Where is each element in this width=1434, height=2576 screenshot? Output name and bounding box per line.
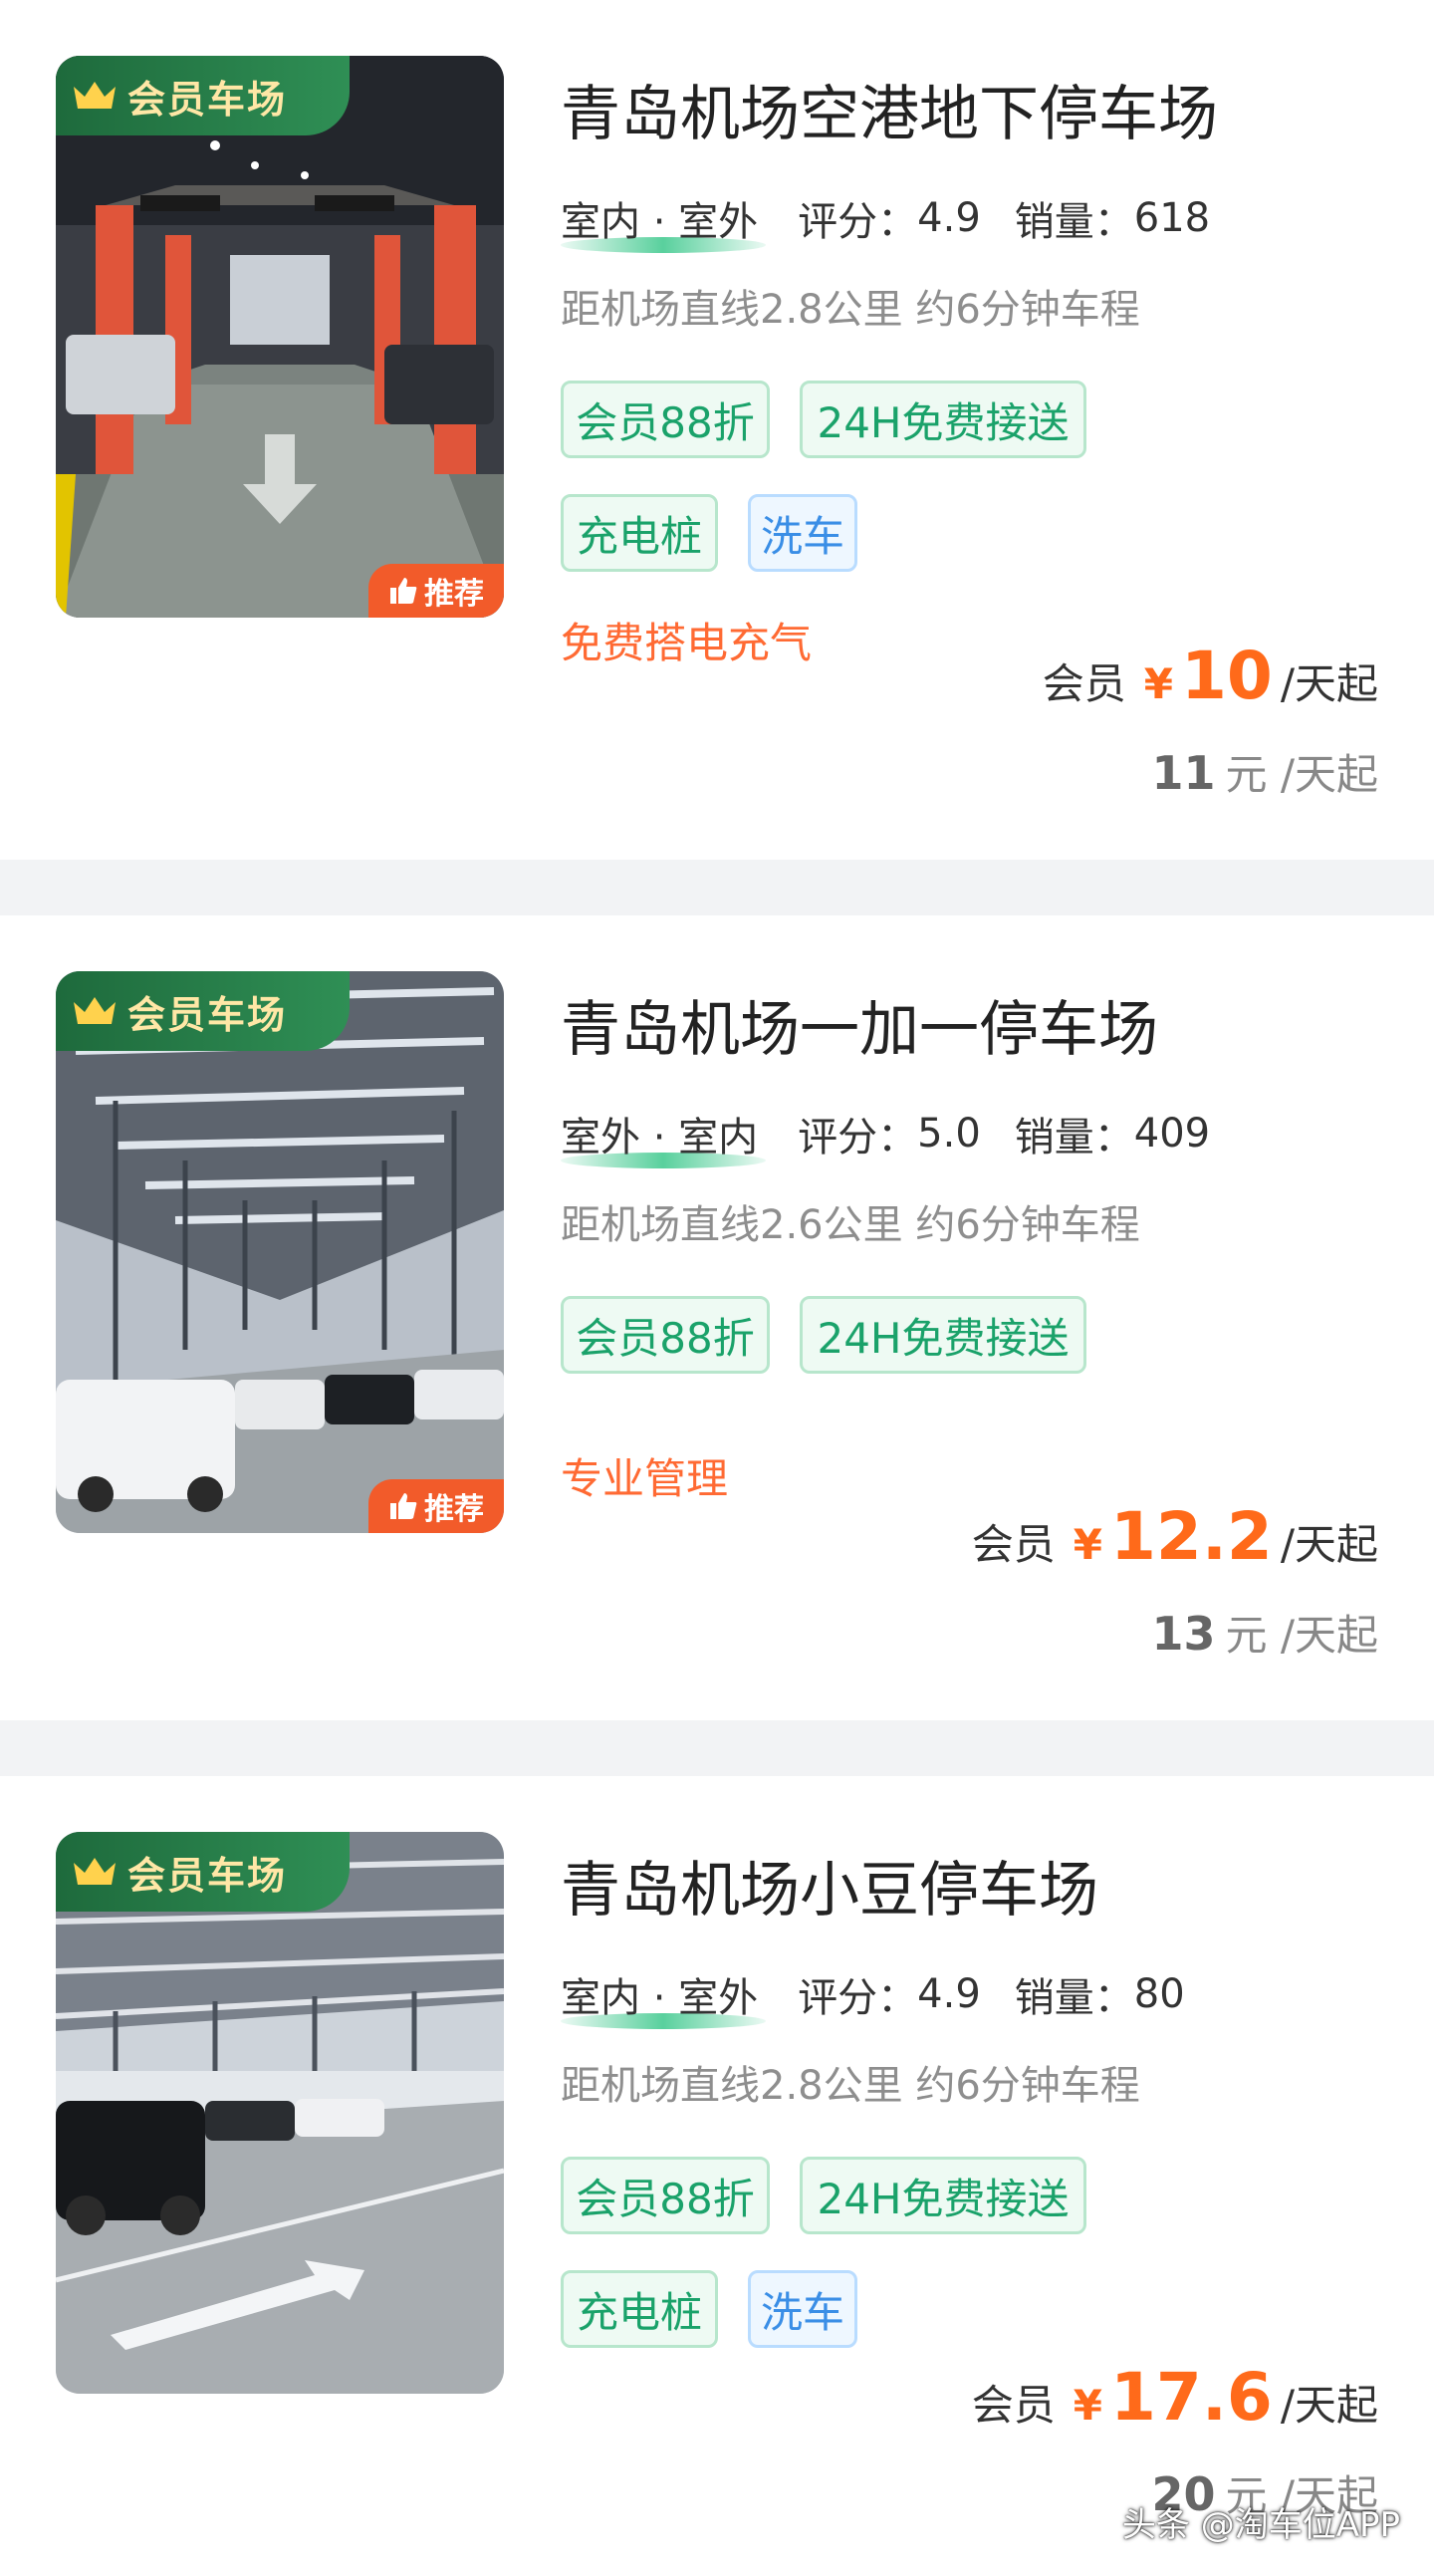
thumbs-up-icon bbox=[390, 1493, 417, 1519]
open-shed-image bbox=[56, 1832, 504, 2394]
tag-member-discount: 会员88折 bbox=[561, 1296, 770, 1374]
recommend-badge: 推荐 bbox=[368, 564, 504, 618]
tag-charging: 充电桩 bbox=[561, 494, 718, 572]
tag-member-discount: 会员88折 bbox=[561, 381, 770, 458]
lot-distance: 距机场直线2.8公里 约6分钟车程 bbox=[561, 2063, 1140, 2109]
parking-lot-photo: 会员车场 推荐 bbox=[56, 56, 504, 618]
parking-lot-card[interactable]: 会员车场 青岛机场小豆停车场 室内 · 室外 评分： 4.9 销量： 80 距机场直… bbox=[0, 1776, 1434, 2576]
lot-name[interactable]: 青岛机场小豆停车场 bbox=[561, 1842, 1098, 1929]
tag-car-wash: 洗车 bbox=[748, 494, 857, 572]
crown-icon bbox=[74, 82, 116, 109]
member-lot-label: 会员车场 bbox=[127, 1853, 288, 1898]
tag-free-shuttle: 24H免费接送 bbox=[800, 1296, 1086, 1374]
member-lot-badge: 会员车场 bbox=[56, 1832, 350, 1912]
sales-label: 销量： bbox=[1014, 199, 1134, 245]
recommend-label: 推荐 bbox=[424, 1492, 484, 1527]
crown-icon bbox=[74, 1858, 116, 1885]
underground-garage-image bbox=[56, 56, 504, 618]
member-lot-badge: 会员车场 bbox=[56, 56, 350, 135]
tag-member-discount: 会员88折 bbox=[561, 2157, 770, 2234]
lot-distance: 距机场直线2.6公里 约6分钟车程 bbox=[561, 1202, 1140, 1248]
sales-label: 销量： bbox=[1014, 1975, 1134, 2021]
tag-charging: 充电桩 bbox=[561, 2270, 718, 2348]
covered-hall-image bbox=[56, 971, 504, 1533]
rating-value: 4.9 bbox=[917, 195, 981, 241]
parking-lot-card[interactable]: 会员车场 推荐 青岛机场一加一停车场 室外 · 室内 评分： 5.0 销量： 409… bbox=[0, 915, 1434, 1720]
sales-label: 销量： bbox=[1014, 1115, 1134, 1160]
rating-value: 4.9 bbox=[917, 1971, 981, 2017]
member-price: 会员 ¥ 17.6 /天起 bbox=[971, 2359, 1378, 2436]
recommend-label: 推荐 bbox=[424, 577, 484, 612]
rating-value: 5.0 bbox=[917, 1111, 981, 1157]
tag-car-wash: 洗车 bbox=[748, 2270, 857, 2348]
original-price: 13 元 /天起 bbox=[1151, 1607, 1378, 1661]
sales-value: 618 bbox=[1133, 195, 1211, 241]
parking-lot-photo: 会员车场 推荐 bbox=[56, 971, 504, 1533]
recommend-badge: 推荐 bbox=[368, 1479, 504, 1533]
lot-meta: 室外 · 室内 评分： 5.0 销量： 409 bbox=[561, 1105, 1211, 1168]
tag-free-shuttle: 24H免费接送 bbox=[800, 2157, 1086, 2234]
parking-lot-card[interactable]: 会员车场 推荐 青岛机场空港地下停车场 室内 · 室外 评分： 4.9 销量： 61… bbox=[0, 0, 1434, 860]
card-separator bbox=[0, 1720, 1434, 1776]
lot-name[interactable]: 青岛机场空港地下停车场 bbox=[561, 66, 1218, 152]
thumbs-up-icon bbox=[390, 578, 417, 604]
member-price: 会员 ¥ 12.2 /天起 bbox=[971, 1498, 1378, 1575]
tag-free-shuttle: 24H免费接送 bbox=[800, 381, 1086, 458]
lot-promo: 免费搭电充气 bbox=[561, 619, 813, 667]
member-lot-label: 会员车场 bbox=[127, 77, 288, 122]
lot-meta: 室内 · 室外 评分： 4.9 销量： 618 bbox=[561, 189, 1211, 253]
lot-type: 室内 · 室外 bbox=[561, 189, 767, 253]
parking-lot-photo: 会员车场 bbox=[56, 1832, 504, 2394]
rating-label: 评分： bbox=[798, 1975, 918, 2021]
member-price: 会员 ¥ 10 /天起 bbox=[1042, 638, 1378, 714]
lot-name[interactable]: 青岛机场一加一停车场 bbox=[561, 981, 1158, 1068]
member-lot-label: 会员车场 bbox=[127, 992, 288, 1037]
crown-icon bbox=[74, 997, 116, 1024]
member-lot-badge: 会员车场 bbox=[56, 971, 350, 1051]
lot-meta: 室内 · 室外 评分： 4.9 销量： 80 bbox=[561, 1965, 1185, 2029]
lot-type: 室外 · 室内 bbox=[561, 1105, 767, 1168]
card-separator bbox=[0, 860, 1434, 915]
original-price: 11 元 /天起 bbox=[1151, 746, 1378, 800]
rating-label: 评分： bbox=[798, 1115, 918, 1160]
rating-label: 评分： bbox=[798, 199, 918, 245]
sales-value: 80 bbox=[1133, 1971, 1185, 2017]
lot-type: 室内 · 室外 bbox=[561, 1965, 767, 2029]
watermark: 头条 @淘车位APP bbox=[1121, 2505, 1400, 2545]
sales-value: 409 bbox=[1133, 1111, 1211, 1157]
lot-promo: 专业管理 bbox=[561, 1454, 729, 1503]
lot-distance: 距机场直线2.8公里 约6分钟车程 bbox=[561, 287, 1140, 333]
